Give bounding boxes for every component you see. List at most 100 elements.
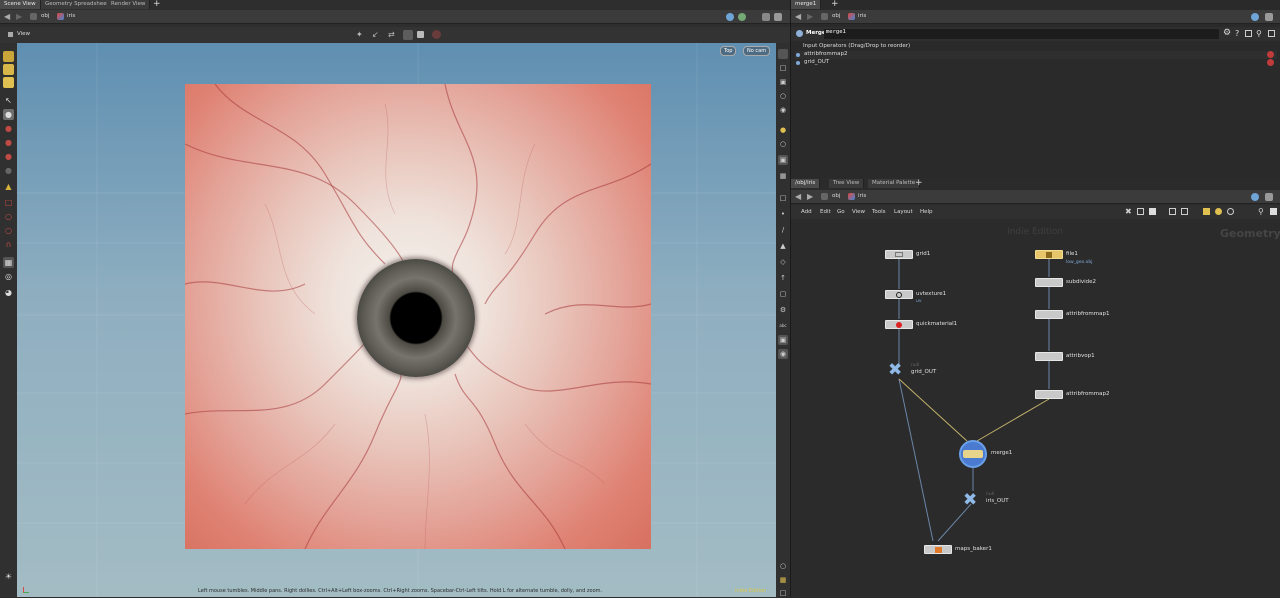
prim-icon[interactable]: ▲ — [778, 241, 788, 251]
light-tool-icon[interactable]: ☀ — [3, 571, 14, 582]
network-path-iris[interactable]: iris — [858, 193, 866, 199]
bbox-icon[interactable]: ▢ — [778, 289, 788, 299]
path-obj[interactable]: obj — [41, 13, 49, 19]
tab-obj-iris[interactable]: /obj/iris — [791, 179, 821, 188]
node-quickmaterial1[interactable] — [885, 320, 913, 329]
camera-icon[interactable] — [417, 31, 424, 38]
normal-icon[interactable]: ↑ — [778, 273, 788, 283]
params-search-icon[interactable]: ⚲ — [1256, 29, 1262, 38]
node-subdivide2[interactable] — [1035, 278, 1063, 287]
select-icon[interactable]: ↙ — [372, 31, 380, 39]
point-icon[interactable]: • — [778, 209, 788, 219]
view-menu-icon[interactable] — [8, 32, 13, 37]
network-box-icon[interactable] — [1149, 208, 1156, 215]
network-forward-icon[interactable]: ▶ — [807, 192, 813, 201]
params-path-iris[interactable]: iris — [858, 13, 866, 19]
layout-grid-icon[interactable]: ▦ — [778, 575, 788, 585]
network-align-icon[interactable] — [1137, 208, 1144, 215]
add-param-tab-icon[interactable]: + — [831, 0, 839, 9]
select-tool-icon[interactable]: ↖ — [3, 95, 14, 106]
edit-tool-icon[interactable]: ● — [3, 151, 14, 162]
tools-wrench-icon[interactable]: ✖ — [1125, 207, 1132, 216]
params-back-icon[interactable]: ◀ — [795, 12, 801, 21]
node-maps-baker1[interactable] — [924, 545, 952, 554]
lock-tool-icon[interactable]: ● — [3, 109, 14, 120]
lights-icon[interactable]: ● — [778, 125, 788, 135]
network-pin-icon[interactable] — [1251, 193, 1259, 201]
node-merge1[interactable] — [959, 440, 987, 468]
visibility-icon[interactable]: ◎ — [3, 271, 14, 282]
camera-none-button[interactable]: No cam — [743, 46, 771, 56]
menu-edit[interactable]: Edit — [820, 209, 831, 215]
params-help-icon[interactable]: ? — [1235, 29, 1239, 38]
link-icon[interactable] — [738, 13, 746, 21]
record-icon[interactable] — [432, 30, 441, 39]
shelf-icon[interactable]: ◕ — [3, 287, 14, 298]
params-gear-icon[interactable]: ⚙ — [1223, 29, 1231, 38]
add-tab-icon[interactable]: + — [153, 0, 161, 9]
node-grid-out-icon[interactable]: ✖ — [888, 362, 902, 379]
params-expand-icon[interactable] — [1268, 30, 1275, 37]
network-back-icon[interactable]: ◀ — [795, 192, 801, 201]
tab-render-view[interactable]: Render View — [107, 0, 151, 9]
display-mode-icon[interactable]: ◉ — [778, 349, 788, 359]
transform-icon[interactable]: ⇄ — [388, 31, 396, 39]
bulb-icon[interactable]: ○ — [778, 139, 788, 149]
forward-arrow-icon[interactable]: ▶ — [16, 12, 22, 21]
network-dot-icon[interactable] — [1227, 208, 1234, 215]
path-iris[interactable]: iris — [67, 13, 75, 19]
back-arrow-icon[interactable]: ◀ — [4, 12, 10, 21]
camera-top-button[interactable]: Top — [720, 46, 737, 56]
magnet-snap-icon[interactable]: ∩ — [3, 239, 14, 250]
tab-merge1[interactable]: merge1 — [791, 0, 822, 9]
snap-point-icon[interactable]: ○ — [3, 211, 14, 222]
display-options-icon[interactable] — [778, 49, 788, 59]
menu-help[interactable]: Help — [920, 209, 933, 215]
edge-icon[interactable]: ∕ — [778, 225, 788, 235]
selection-icon[interactable]: □ — [778, 193, 788, 203]
camera-view-icon[interactable]: ▣ — [778, 155, 788, 165]
menu-layout[interactable]: Layout — [894, 209, 913, 215]
vertex-icon[interactable]: ◇ — [778, 257, 788, 267]
snap-multi-icon[interactable]: ○ — [3, 225, 14, 236]
params-path-obj[interactable]: obj — [832, 13, 840, 19]
viewport-canvas[interactable]: Top No cam Left mouse tumbles. Middle pa… — [17, 43, 776, 597]
visible-icon[interactable]: ◉ — [778, 105, 788, 115]
abc-icon[interactable]: abc — [778, 321, 788, 331]
network-options-icon[interactable] — [1270, 208, 1277, 215]
remove-input-icon[interactable] — [1267, 51, 1274, 58]
menu-add[interactable]: Add — [801, 209, 812, 215]
node-grid1[interactable] — [885, 250, 913, 259]
node-attribfrommap2[interactable] — [1035, 390, 1063, 399]
wire-icon[interactable]: □ — [778, 63, 788, 73]
snap-icon[interactable]: ✦ — [356, 31, 364, 39]
gear-icon[interactable]: ⚙ — [778, 305, 788, 315]
network-maximize-icon[interactable] — [1265, 193, 1273, 201]
remove-input-icon[interactable] — [1267, 59, 1274, 66]
network-list-icon[interactable] — [1169, 208, 1176, 215]
node-name-field[interactable]: merge1 — [824, 29, 1219, 39]
lock-camera-icon[interactable]: ○ — [778, 561, 788, 571]
shade-icon[interactable]: ▣ — [778, 77, 788, 87]
grid-toggle-icon[interactable]: ▦ — [3, 257, 14, 268]
input-row[interactable]: grid_OUT — [795, 59, 1277, 67]
network-canvas[interactable]: Indie Edition Geometry grid1 uvtexture1 … — [791, 219, 1280, 597]
network-search-icon[interactable]: ⚲ — [1258, 207, 1264, 216]
node-file1[interactable] — [1035, 250, 1063, 259]
node-uvtexture1[interactable] — [885, 290, 913, 299]
background-icon[interactable]: ▣ — [778, 335, 788, 345]
ghost-icon[interactable]: ○ — [778, 91, 788, 101]
node-iris-out-icon[interactable]: ✖ — [963, 492, 977, 509]
menu-tools[interactable]: Tools — [872, 209, 886, 215]
snap-grid-icon[interactable]: □ — [3, 197, 14, 208]
menu-view[interactable]: View — [852, 209, 865, 215]
drop-tool-icon[interactable]: ▲ — [3, 181, 14, 192]
params-maximize-icon[interactable] — [1265, 13, 1273, 21]
network-path-obj[interactable]: obj — [832, 193, 840, 199]
brush-tool-icon[interactable]: ● — [3, 137, 14, 148]
node-attribvop1[interactable] — [1035, 352, 1063, 361]
pane-options-icon[interactable] — [762, 13, 770, 21]
tab-geometry-spreadsheet[interactable]: Geometry Spreadsheet — [41, 0, 114, 9]
network-color-icon[interactable] — [1215, 208, 1222, 215]
add-network-tab-icon[interactable]: + — [915, 178, 923, 188]
